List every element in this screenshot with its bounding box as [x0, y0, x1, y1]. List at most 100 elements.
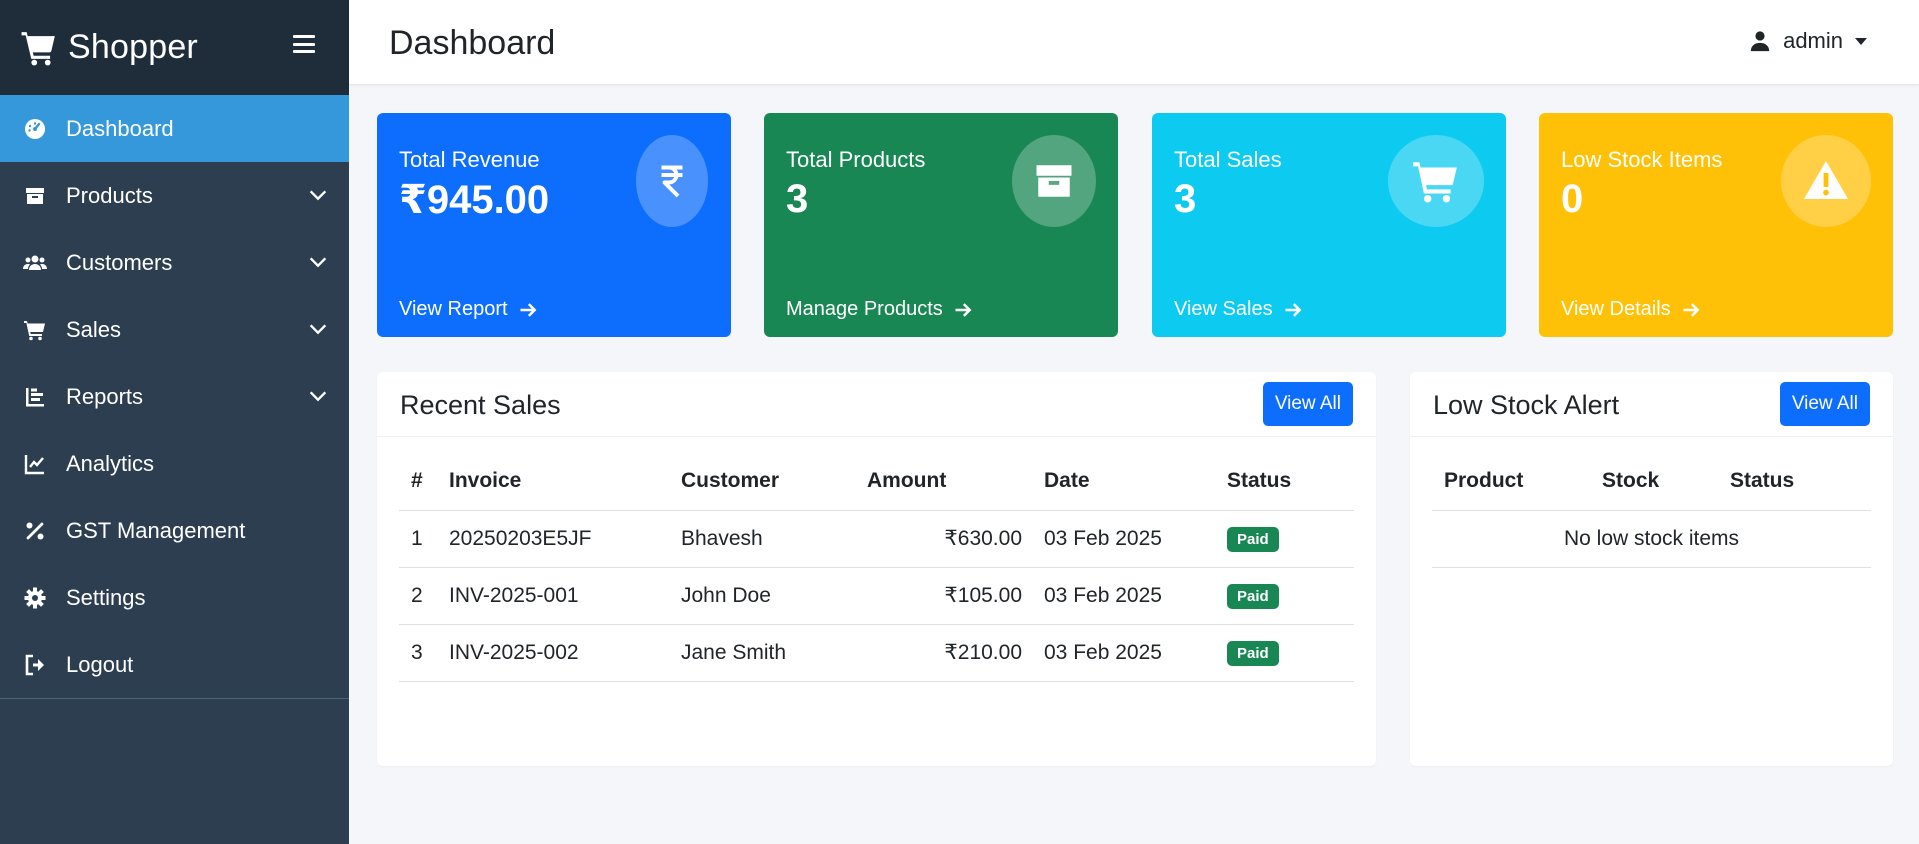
col-header: Status: [1227, 452, 1354, 511]
chevron-down-icon: [309, 324, 327, 335]
cell-customer: John Doe: [681, 567, 867, 625]
sidebar-divider: [0, 698, 349, 699]
arrow-right-icon: [955, 302, 972, 317]
sidebar-nav: Dashboard Products Customers Sales Repor…: [0, 95, 349, 698]
top-header: Dashboard admin: [349, 0, 1919, 85]
box-icon: [22, 183, 48, 209]
sidebar-item-logout[interactable]: Logout: [0, 631, 349, 698]
view-all-low-stock-button[interactable]: View All: [1779, 382, 1870, 426]
table-row[interactable]: 1 20250203E5JF Bhavesh ₹630.00 03 Feb 20…: [399, 510, 1354, 568]
box-icon: [1012, 135, 1096, 227]
cell-date: 03 Feb 2025: [1022, 624, 1227, 682]
manage-products-link[interactable]: Manage Products: [786, 298, 973, 321]
empty-row: No low stock items: [1432, 510, 1871, 568]
card-low-stock-items: Low Stock Items 0 View Details: [1539, 113, 1893, 337]
col-header: Stock: [1602, 452, 1730, 511]
sidebar-item-products[interactable]: Products: [0, 162, 349, 229]
chevron-down-icon: [309, 190, 327, 201]
col-header: Date: [1022, 452, 1227, 511]
low-stock-table: Product Stock Status No low stock items: [1432, 452, 1871, 568]
card-total-sales: Total Sales 3 View Sales: [1152, 113, 1506, 337]
cell-num: 1: [399, 510, 449, 568]
link-label: Manage Products: [786, 298, 943, 320]
cart-icon: [1388, 135, 1484, 227]
cell-num: 2: [399, 567, 449, 625]
table-header-row: Product Stock Status: [1432, 452, 1871, 511]
arrow-right-icon: [1683, 302, 1700, 317]
col-header: Product: [1432, 452, 1602, 511]
status-badge: Paid: [1227, 640, 1279, 666]
line-chart-icon: [22, 451, 48, 477]
cell-status: Paid: [1227, 567, 1354, 625]
recent-sales-panel: Recent Sales View All # Invoice Customer…: [377, 372, 1376, 766]
col-header: Amount: [867, 452, 1022, 511]
cell-invoice: INV-2025-002: [449, 624, 681, 682]
percent-icon: [22, 518, 48, 544]
rupee-icon: [636, 135, 708, 227]
link-label: View Report: [399, 298, 508, 320]
cell-date: 03 Feb 2025: [1022, 510, 1227, 568]
sidebar-item-sales[interactable]: Sales: [0, 296, 349, 363]
sidebar-item-label: Customers: [66, 249, 173, 275]
col-header: Status: [1730, 452, 1871, 511]
sidebar-item-reports[interactable]: Reports: [0, 363, 349, 430]
status-badge: Paid: [1227, 583, 1279, 609]
arrow-right-icon: [520, 302, 537, 317]
sidebar-item-label: Products: [66, 182, 153, 208]
recent-sales-table: # Invoice Customer Amount Date Status 1 …: [399, 452, 1354, 682]
link-label: View Sales: [1174, 298, 1273, 320]
page-title: Dashboard: [389, 24, 556, 62]
card-total-products: Total Products 3 Manage Products: [764, 113, 1118, 337]
sidebar-item-settings[interactable]: Settings: [0, 564, 349, 631]
cell-date: 03 Feb 2025: [1022, 567, 1227, 625]
cell-num: 3: [399, 624, 449, 682]
view-all-sales-button[interactable]: View All: [1262, 382, 1353, 426]
sidebar-item-dashboard[interactable]: Dashboard: [0, 95, 349, 162]
empty-message: No low stock items: [1432, 510, 1871, 568]
table-header-row: # Invoice Customer Amount Date Status: [399, 452, 1354, 511]
col-header: Invoice: [449, 452, 681, 511]
table-row[interactable]: 3 INV-2025-002 Jane Smith ₹210.00 03 Feb…: [399, 624, 1354, 682]
table-row[interactable]: 2 INV-2025-001 John Doe ₹105.00 03 Feb 2…: [399, 567, 1354, 625]
cart-icon: [22, 317, 48, 343]
view-sales-link[interactable]: View Sales: [1174, 298, 1303, 321]
gear-icon: [22, 585, 48, 611]
warning-icon: [1781, 135, 1871, 227]
panel-header: Recent Sales View All: [377, 372, 1376, 437]
panel-title: Recent Sales: [400, 390, 561, 420]
brand-name: Shopper: [68, 28, 198, 66]
arrow-right-icon: [1285, 302, 1302, 317]
sidebar-item-label: Analytics: [66, 450, 155, 476]
sidebar-item-label: Reports: [66, 383, 144, 409]
link-label: View Details: [1561, 298, 1671, 320]
view-details-link[interactable]: View Details: [1561, 298, 1701, 321]
cell-customer: Bhavesh: [681, 510, 867, 568]
cell-amount: ₹105.00: [867, 567, 1022, 625]
cell-status: Paid: [1227, 624, 1354, 682]
cell-invoice: 20250203E5JF: [449, 510, 681, 568]
view-report-link[interactable]: View Report: [399, 298, 538, 321]
cell-status: Paid: [1227, 510, 1354, 568]
bar-chart-icon: [22, 384, 48, 410]
menu-toggle-icon[interactable]: [293, 35, 315, 53]
users-icon: [22, 250, 48, 276]
cell-customer: Jane Smith: [681, 624, 867, 682]
sidebar-item-label: Dashboard: [66, 115, 174, 141]
user-icon: [1750, 31, 1770, 52]
col-header: #: [399, 452, 449, 511]
cell-amount: ₹210.00: [867, 624, 1022, 682]
status-badge: Paid: [1227, 526, 1279, 552]
panel-title: Low Stock Alert: [1433, 390, 1620, 420]
dashboard-gauge-icon: [22, 116, 48, 142]
sidebar-item-label: GST Management: [66, 517, 246, 543]
col-header: Customer: [681, 452, 867, 511]
sidebar-item-label: Sales: [66, 316, 122, 342]
sidebar-item-analytics[interactable]: Analytics: [0, 430, 349, 497]
sidebar-item-customers[interactable]: Customers: [0, 229, 349, 296]
cell-amount: ₹630.00: [867, 510, 1022, 568]
sidebar: Shopper Dashboard Products Customers Sal…: [0, 0, 349, 844]
user-menu[interactable]: admin: [1749, 28, 1867, 54]
chevron-down-icon: [309, 257, 327, 268]
sidebar-item-gst-management[interactable]: GST Management: [0, 497, 349, 564]
caret-down-icon: [1855, 37, 1867, 45]
